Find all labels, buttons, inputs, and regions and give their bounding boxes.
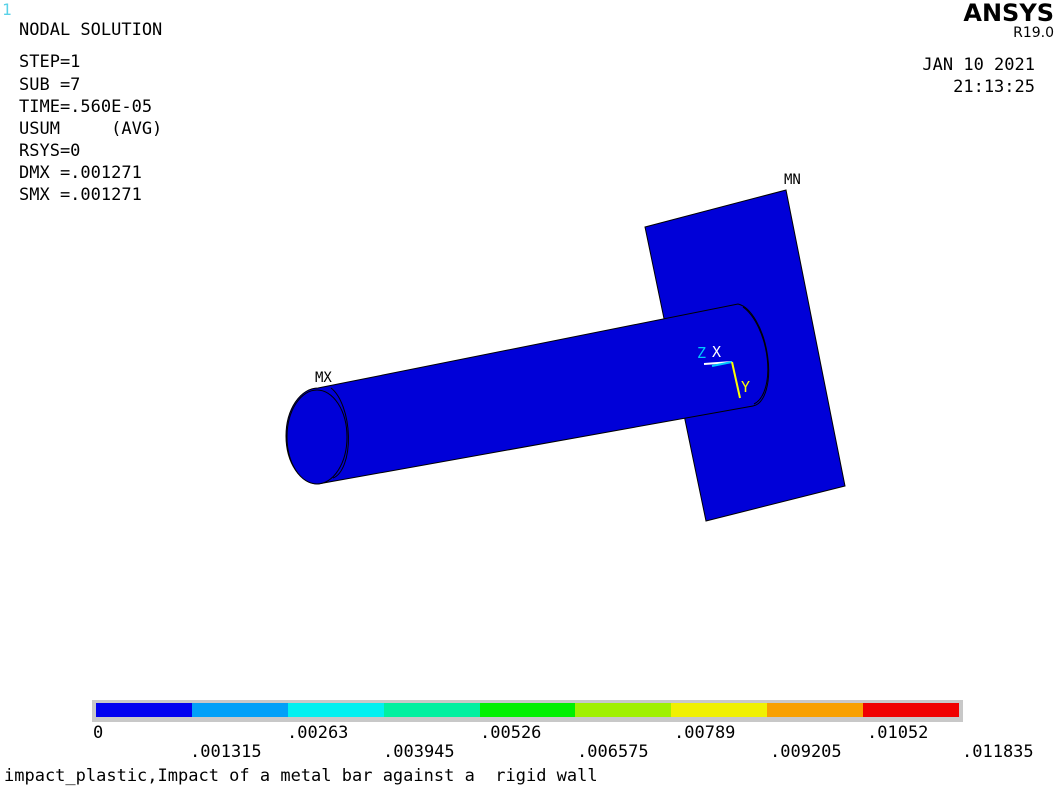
legend-tick-top-1: .00263: [287, 723, 349, 743]
legend-tick-bottom-1: .003945: [383, 742, 455, 762]
legend-tick-bottom-0: .001315: [190, 742, 262, 762]
legend-tick-bottom-4: .011835: [962, 742, 1034, 762]
metal-bar-end-face: [286, 389, 348, 485]
legend-color-cell: [383, 703, 480, 717]
contour-legend-bar: [92, 700, 963, 722]
legend-tick-top-0: 0: [93, 723, 104, 743]
triad-y-label: Y: [741, 378, 750, 396]
analysis-title-caption: impact_plastic,Impact of a metal bar aga…: [4, 766, 598, 786]
mx-label: MX: [315, 370, 332, 386]
mn-label: MN: [784, 172, 801, 188]
legend-color-cell: [479, 703, 576, 717]
legend-color-cell: [191, 703, 288, 717]
legend-color-cell: [767, 703, 864, 717]
legend-color-cell: [863, 703, 960, 717]
legend-color-cell: [671, 703, 768, 717]
legend-tick-top-4: .01052: [867, 723, 929, 743]
legend-color-cell: [96, 703, 192, 717]
triad-z-label: Z: [697, 344, 706, 362]
legend-tick-bottom-2: .006575: [577, 742, 649, 762]
legend-tick-top-2: .00526: [480, 723, 542, 743]
ansys-graphics-window: 1 NODAL SOLUTION STEP=1 SUB =7 TIME=.560…: [0, 0, 1056, 793]
legend-tick-bottom-3: .009205: [770, 742, 842, 762]
legend-tick-top-3: .00789: [674, 723, 736, 743]
fe-model-viewport[interactable]: Z X Y MX MN: [0, 0, 1056, 793]
triad-x-label: X: [712, 343, 721, 361]
legend-color-cell: [575, 703, 672, 717]
legend-color-cells: [96, 703, 960, 717]
legend-color-cell: [287, 703, 384, 717]
